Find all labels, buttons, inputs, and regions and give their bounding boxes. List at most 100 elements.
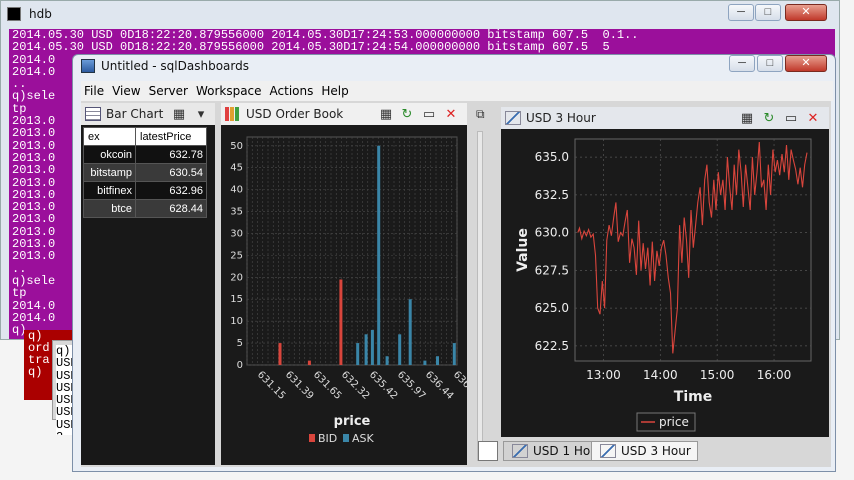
console-title: hdb (29, 7, 52, 21)
window-icon[interactable]: ▭ (421, 106, 437, 122)
bar-ask (408, 299, 412, 365)
console-icon (7, 7, 21, 21)
menu-bar: File View Server Workspace Actions Help (81, 81, 833, 101)
refresh-icon[interactable]: ↻ (761, 110, 777, 126)
y-tick-label: 15 (230, 294, 243, 305)
x-tick-label: 13:00 (586, 368, 621, 382)
tab-usd-3-hour[interactable]: USD 3 Hour (591, 441, 698, 461)
y-tick-label: 5 (237, 338, 243, 349)
y-tick-label: 635.0 (535, 150, 569, 164)
y-tick-label: 10 (230, 316, 243, 327)
line-chart-icon (600, 444, 616, 458)
y-tick-label: 0 (237, 360, 243, 371)
y-tick-label: 627.5 (535, 263, 569, 277)
hour3-panel-titlebar: USD 3 Hour ▦ ↻ ▭ ✕ (501, 107, 829, 129)
y-tick-label: 25 (230, 250, 243, 261)
y-axis-label: Value (515, 228, 531, 272)
legend-label-ask: ASK (352, 432, 375, 445)
menu-actions[interactable]: Actions (270, 84, 314, 98)
y-tick-label: 20 (230, 272, 243, 283)
close-icon[interactable]: ✕ (443, 106, 459, 122)
close-icon[interactable]: ✕ (805, 110, 821, 126)
bar-ask (377, 145, 381, 365)
orderbook-chart: 05101520253035404550631.15631.39631.6563… (230, 136, 467, 445)
console-minimize-button[interactable]: ─ (728, 4, 754, 21)
hour3-panel: USD 3 Hour ▦ ↻ ▭ ✕ 622.5 625.0 627.5 630.0 6… (501, 107, 829, 437)
window-icon[interactable]: ▭ (783, 110, 799, 126)
cell-latestprice: 628.44 (135, 199, 207, 218)
menu-view[interactable]: View (112, 84, 140, 98)
x-tick-label: 14:00 (643, 368, 678, 382)
workspace-area: Bar Chart ▦ ▾ ex latestPrice okcoin 632.7… (81, 101, 831, 467)
cell-ex: bitstamp (83, 163, 136, 182)
column-header-latestprice[interactable]: latestPrice (135, 127, 207, 146)
y-tick-label: 40 (230, 185, 243, 196)
x-tick-label: 636.44 (423, 369, 456, 402)
menu-server[interactable]: Server (149, 84, 188, 98)
bar-ask (385, 356, 389, 365)
barchart-panel-title: Bar Chart (106, 107, 164, 121)
x-axis-label: price (334, 414, 371, 429)
menu-file[interactable]: File (84, 84, 104, 98)
hour3-panel-title: USD 3 Hour (526, 111, 596, 125)
chevron-down-icon[interactable]: ▾ (193, 106, 209, 122)
bar-ask (370, 329, 374, 365)
hour3-chart: 622.5 625.0 627.5 630.0 632.5 635.0 13:00 14:00… (515, 138, 812, 432)
table-row[interactable]: bitstamp 630.54 (83, 163, 207, 182)
table-row[interactable]: bitfinex 632.96 (83, 181, 207, 200)
bar-ask (398, 334, 402, 365)
orderbook-panel-title: USD Order Book (246, 107, 344, 121)
undock-icon[interactable]: ⧉ (476, 107, 490, 123)
table-row[interactable]: okcoin 632.78 (83, 145, 207, 164)
x-tick-label: 636.88 (451, 369, 467, 402)
barchart-panel-titlebar: Bar Chart ▦ ▾ (81, 103, 215, 125)
cell-ex: btce (83, 199, 136, 218)
bar-bid (339, 279, 343, 365)
bar-bid (307, 360, 311, 365)
table-view-icon[interactable]: ▦ (171, 106, 187, 122)
x-tick-label: 631.39 (283, 369, 316, 402)
y-tick-label: 35 (230, 207, 243, 218)
column-header-ex[interactable]: ex (83, 127, 136, 146)
main-minimize-button[interactable]: ─ (729, 55, 755, 72)
x-tick-label: 635.97 (395, 369, 428, 402)
orderbook-panel-titlebar: USD Order Book ▦ ↻ ▭ ✕ (221, 103, 467, 125)
y-tick-label: 625.0 (535, 301, 569, 315)
barchart-panel: Bar Chart ▦ ▾ ex latestPrice okcoin 632.7… (81, 103, 215, 465)
y-tick-label: 45 (230, 163, 243, 174)
bar-ask (364, 334, 368, 365)
app-icon (81, 59, 95, 73)
cell-ex: okcoin (83, 145, 136, 164)
refresh-icon[interactable]: ↻ (399, 106, 415, 122)
y-tick-label: 30 (230, 228, 243, 239)
main-titlebar: Untitled - sqlDashboards (81, 59, 249, 73)
main-close-button[interactable]: ✕ (785, 55, 827, 72)
app-title: Untitled - sqlDashboards (101, 59, 249, 73)
table-row[interactable]: btce 628.44 (83, 199, 207, 218)
bar-ask (436, 356, 439, 365)
console-titlebar: hdb (7, 7, 52, 21)
cell-latestprice: 630.54 (135, 163, 207, 182)
grid-icon (85, 107, 101, 121)
main-maximize-button[interactable]: □ (757, 55, 783, 72)
legend-label-price: price (659, 415, 689, 429)
x-tick-label: 15:00 (700, 368, 735, 382)
console-maximize-button[interactable]: □ (755, 4, 781, 21)
y-tick-label: 50 (230, 141, 243, 152)
y-tick-label: 622.5 (535, 339, 569, 353)
y-tick-label: 630.0 (535, 226, 569, 240)
line-chart-icon (505, 111, 521, 125)
latest-price-table: ex latestPrice okcoin 632.78 bitstamp 630.5… (83, 127, 207, 218)
splitter[interactable] (477, 131, 483, 461)
menu-workspace[interactable]: Workspace (196, 84, 262, 98)
plot-area (574, 138, 812, 362)
y-tick-label: 632.5 (535, 188, 569, 202)
cell-latestprice: 632.78 (135, 145, 207, 164)
table-view-icon[interactable]: ▦ (378, 106, 394, 122)
table-view-icon[interactable]: ▦ (739, 110, 755, 126)
cell-latestprice: 632.96 (135, 181, 207, 200)
console-close-button[interactable]: ✕ (785, 4, 827, 21)
tab-window-icon[interactable] (478, 441, 498, 461)
legend-swatch-ask (343, 434, 349, 442)
menu-help[interactable]: Help (321, 84, 348, 98)
